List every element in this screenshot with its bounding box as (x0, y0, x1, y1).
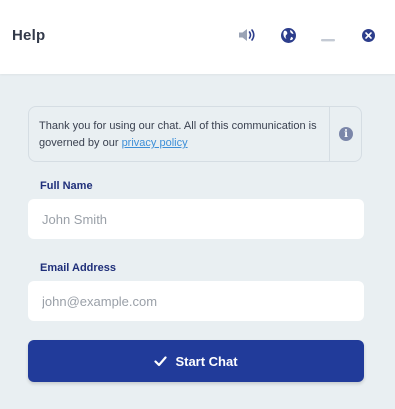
email-input[interactable] (28, 281, 364, 321)
close-icon (361, 28, 376, 43)
start-chat-button[interactable]: Start Chat (28, 340, 364, 382)
full-name-label: Full Name (40, 180, 93, 192)
start-chat-label: Start Chat (175, 353, 238, 369)
chat-window: Help Thank you for using our chat. All o… (0, 0, 395, 409)
privacy-notice-text: Thank you for using our chat. All of thi… (39, 118, 319, 152)
close-button[interactable] (357, 24, 379, 46)
check-icon (154, 355, 168, 367)
minimize-button[interactable] (317, 24, 339, 46)
privacy-policy-link[interactable]: privacy policy (122, 137, 188, 149)
info-icon[interactable]: i (339, 127, 353, 141)
chat-header: Help (0, 0, 395, 74)
notice-divider (329, 107, 330, 161)
globe-icon (280, 27, 297, 44)
volume-button[interactable] (236, 24, 258, 46)
language-button[interactable] (277, 24, 299, 46)
header-title: Help (12, 27, 46, 44)
minimize-icon (320, 27, 336, 43)
volume-icon (237, 27, 257, 43)
email-label: Email Address (40, 262, 117, 274)
privacy-notice: Thank you for using our chat. All of thi… (28, 106, 362, 162)
full-name-input[interactable] (28, 199, 364, 239)
